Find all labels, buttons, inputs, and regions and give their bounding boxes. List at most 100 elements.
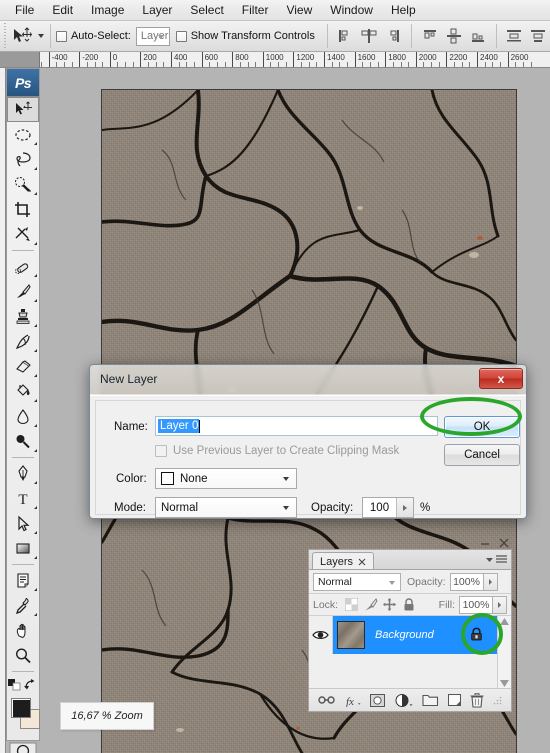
- tool-slice[interactable]: [7, 222, 39, 247]
- panel-menu-icon[interactable]: [486, 554, 507, 566]
- delete-layer-icon[interactable]: [470, 692, 484, 708]
- layer-visibility-toggle[interactable]: [309, 616, 333, 654]
- tool-spot-healing-brush[interactable]: [7, 254, 39, 279]
- resize-grip-icon[interactable]: [493, 696, 502, 705]
- tool-preset-chevron-down-icon[interactable]: [37, 34, 44, 38]
- tool-clone-stamp[interactable]: [7, 304, 39, 329]
- show-transform-controls-checkbox[interactable]: [175, 30, 187, 42]
- tool-elliptical-marquee[interactable]: [7, 122, 39, 147]
- link-layers-icon[interactable]: [318, 694, 335, 706]
- menu-item-help[interactable]: Help: [382, 1, 425, 19]
- tool-horizontal-type[interactable]: T: [7, 486, 39, 511]
- photoshop-window: File Edit Image Layer Select Filter View…: [0, 0, 550, 753]
- align-horizontal-centers-icon[interactable]: [358, 26, 380, 46]
- flyout-indicator-icon: [34, 324, 37, 327]
- fill-value[interactable]: 100%: [459, 595, 493, 614]
- tool-brush[interactable]: [7, 279, 39, 304]
- tool-lasso[interactable]: [7, 147, 39, 172]
- default-foreground-background-colors-icon[interactable]: [8, 678, 22, 691]
- tool-rectangle[interactable]: [7, 536, 39, 561]
- new-fill-adjustment-layer-icon[interactable]: [394, 693, 413, 708]
- cancel-button[interactable]: Cancel: [444, 444, 520, 466]
- distribute-vertical-centers-icon[interactable]: [527, 26, 549, 46]
- edit-in-quick-mask-mode-icon[interactable]: [7, 739, 39, 753]
- layer-color-dropdown[interactable]: None: [155, 468, 297, 489]
- new-group-icon[interactable]: [422, 693, 439, 707]
- tool-pen[interactable]: [7, 461, 39, 486]
- layers-scrollbar[interactable]: [497, 616, 510, 689]
- ok-button[interactable]: OK: [444, 416, 520, 438]
- layer-name-value: Layer 0: [158, 419, 200, 433]
- distribute-top-edges-icon[interactable]: [503, 26, 525, 46]
- menu-item-window[interactable]: Window: [321, 1, 382, 19]
- opacity-input[interactable]: 100: [362, 497, 414, 518]
- lock-position-icon[interactable]: [382, 597, 397, 612]
- tool-paint-bucket[interactable]: [7, 379, 39, 404]
- menu-item-file[interactable]: File: [6, 1, 43, 19]
- blend-mode-dropdown[interactable]: Normal: [155, 497, 297, 518]
- tool-quick-selection[interactable]: [7, 172, 39, 197]
- new-layer-icon[interactable]: [447, 693, 462, 707]
- foreground-color-swatch[interactable]: [11, 698, 31, 718]
- swap-foreground-background-colors-icon[interactable]: [24, 678, 38, 691]
- ruler-origin-box[interactable]: [0, 52, 40, 68]
- menu-item-edit[interactable]: Edit: [43, 1, 82, 19]
- add-layer-style-icon[interactable]: fx: [344, 694, 361, 707]
- tool-dodge[interactable]: [7, 429, 39, 454]
- layer-name-input[interactable]: Layer 0: [155, 416, 438, 436]
- move-tool-icon[interactable]: [10, 26, 32, 46]
- clipping-mask-label: Use Previous Layer to Create Clipping Ma…: [173, 445, 400, 457]
- menu-item-layer[interactable]: Layer: [133, 1, 181, 19]
- opacity-stepper-button[interactable]: [396, 498, 413, 517]
- add-layer-mask-icon[interactable]: [369, 693, 386, 708]
- options-bar-grip[interactable]: [2, 22, 6, 50]
- clipping-mask-checkbox[interactable]: [155, 445, 167, 457]
- align-bottom-edges-icon[interactable]: [467, 26, 489, 46]
- tool-eraser[interactable]: [7, 354, 39, 379]
- tool-zoom[interactable]: [7, 643, 39, 668]
- auto-select-checkbox[interactable]: [55, 30, 67, 42]
- opacity-value[interactable]: 100%: [449, 572, 484, 591]
- tool-crop[interactable]: [7, 197, 39, 222]
- menu-item-filter[interactable]: Filter: [233, 1, 278, 19]
- blend-mode-dropdown[interactable]: Normal: [313, 572, 401, 591]
- tool-hand[interactable]: [7, 618, 39, 643]
- layer-thumbnail[interactable]: [337, 621, 365, 649]
- auto-select-target-value: Layer: [140, 30, 169, 42]
- dialog-title-bar[interactable]: New Layer x: [90, 365, 526, 395]
- scroll-up-arrow-icon[interactable]: [499, 618, 509, 625]
- align-left-edges-icon[interactable]: [334, 26, 356, 46]
- ruler-tick-label: 2200: [449, 53, 468, 62]
- tool-history-brush[interactable]: [7, 329, 39, 354]
- close-icon[interactable]: [358, 558, 366, 566]
- auto-select-target-dropdown[interactable]: Layer: [135, 26, 171, 46]
- lock-transparent-pixels-icon[interactable]: [344, 597, 359, 612]
- layers-panel-tab-bar: Layers: [308, 549, 512, 570]
- clipping-mask-row[interactable]: Use Previous Layer to Create Clipping Ma…: [155, 445, 399, 457]
- lock-image-pixels-icon[interactable]: [363, 597, 378, 612]
- menu-item-image[interactable]: Image: [82, 1, 133, 19]
- tab-layers[interactable]: Layers: [312, 552, 375, 570]
- ruler-tick-label: 400: [174, 53, 188, 62]
- menu-item-view[interactable]: View: [277, 1, 321, 19]
- opacity-stepper-button[interactable]: [483, 572, 498, 591]
- dialog-close-button[interactable]: x: [479, 368, 523, 389]
- minimize-icon[interactable]: [479, 537, 491, 549]
- align-top-edges-icon[interactable]: [419, 26, 441, 46]
- lock-all-icon[interactable]: [401, 597, 416, 612]
- close-icon[interactable]: [498, 537, 510, 549]
- align-right-edges-icon[interactable]: [382, 26, 404, 46]
- table-row[interactable]: Background: [309, 616, 497, 654]
- tool-move[interactable]: [7, 97, 39, 122]
- layer-row-background[interactable]: Background: [333, 616, 497, 654]
- align-vertical-centers-icon[interactable]: [443, 26, 465, 46]
- scroll-down-arrow-icon[interactable]: [499, 680, 509, 687]
- menu-item-select[interactable]: Select: [181, 1, 232, 19]
- ruler-tick-label: 2000: [418, 53, 437, 62]
- tool-blur[interactable]: [7, 404, 39, 429]
- tool-path-selection[interactable]: [7, 511, 39, 536]
- fill-stepper-button[interactable]: [493, 595, 507, 614]
- tool-eyedropper[interactable]: [7, 593, 39, 618]
- flyout-indicator-icon: [34, 424, 37, 427]
- tool-notes[interactable]: [7, 568, 39, 593]
